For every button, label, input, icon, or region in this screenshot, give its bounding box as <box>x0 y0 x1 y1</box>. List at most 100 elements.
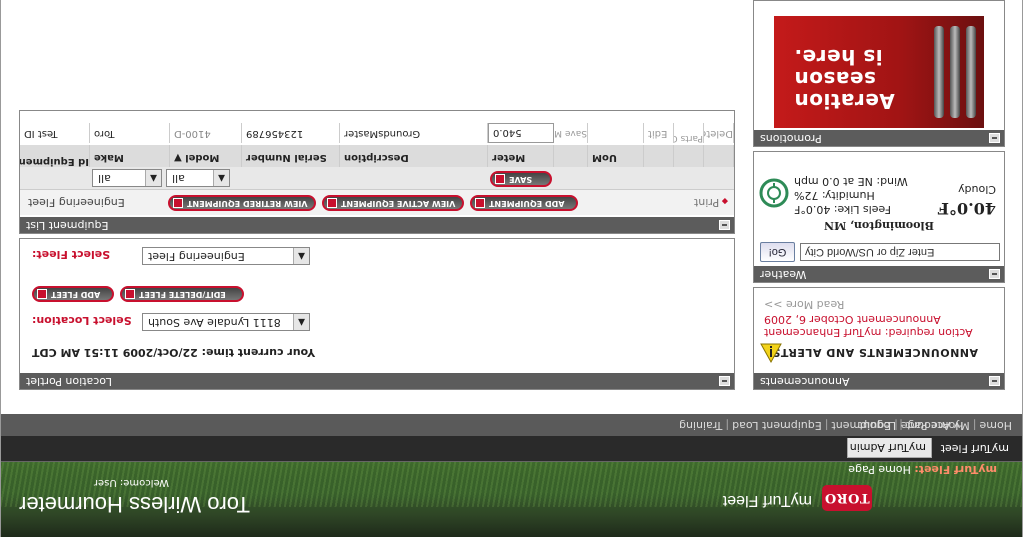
panel-title-text: Promotions <box>760 132 822 145</box>
add-equipment-label: ADD EQUIPMENT <box>489 199 565 208</box>
col-serial-number[interactable]: Serial Number <box>242 145 340 167</box>
make-filter-value: all <box>98 172 111 185</box>
panel-title-text: Announcements <box>760 375 850 388</box>
plus-icon <box>37 289 47 299</box>
save-label: SAVE <box>509 175 533 184</box>
col-id-equipment[interactable]: Id Equipment <box>20 145 90 167</box>
cell-description: GroundsMaster <box>340 123 488 143</box>
save-disk-icon <box>495 174 505 184</box>
tab-myturf-admin[interactable]: myTurf Admin <box>847 438 932 458</box>
cell-model: 4100-D <box>170 123 242 143</box>
fleet-select[interactable]: Engineering Fleet ▲ <box>142 247 310 265</box>
col-uom[interactable]: UoM <box>588 145 644 167</box>
delete-link[interactable]: Delete <box>704 123 734 143</box>
announcements-title: Announcements <box>754 373 1004 389</box>
view-active-equipment-button[interactable]: VIEW ACTIVE EQUIPMENT <box>322 195 464 211</box>
promo-text: Aeration season is here. <box>794 45 944 113</box>
collapse-icon[interactable] <box>719 220 730 230</box>
save-button[interactable]: SAVE <box>490 171 552 187</box>
nav-bar: Home Page|Equipment|Equipment Load|Train… <box>0 414 1022 436</box>
nav-my-account[interactable]: My Account <box>906 419 970 432</box>
plus-icon <box>475 198 485 208</box>
announcement-link-2[interactable]: Announcement October 6, 2009 <box>764 313 999 326</box>
filter-row: all ▲ all ▲ SAVE <box>20 167 734 189</box>
model-filter-value: all <box>172 172 185 185</box>
collapse-icon[interactable] <box>719 376 730 386</box>
model-filter-select[interactable]: all ▲ <box>166 169 230 187</box>
print-link[interactable]: Print <box>688 196 728 209</box>
weather-title: Weather <box>754 266 1004 282</box>
promo-line-1: Aeration <box>794 89 895 113</box>
collapse-icon[interactable] <box>989 376 1000 386</box>
chevron-down-icon: ▲ <box>293 248 309 264</box>
tab-bar: myTurf Admin myTurf Fleet <box>0 436 1022 462</box>
collapse-icon[interactable] <box>989 269 1000 279</box>
announcement-link-1[interactable]: Action required: myTurf Enhancement <box>764 326 999 339</box>
save-miles-link[interactable]: Save Miles <box>554 123 588 143</box>
location-portlet-title: Location Portlet <box>20 373 734 389</box>
city-search-input[interactable] <box>800 243 1000 261</box>
read-more-link[interactable]: Read More >> <box>764 298 999 311</box>
col-model[interactable]: Model ▼ <box>170 145 242 167</box>
promo-line-2: season <box>794 67 876 91</box>
document-icon <box>327 198 337 208</box>
select-location-label: Select Location: <box>32 314 132 327</box>
nav-home[interactable]: Home <box>980 419 1012 432</box>
nav-logout[interactable]: Logout <box>858 419 896 432</box>
app-title: Toro Wirless Hourmeter <box>19 492 251 517</box>
product-name: myTurf Fleet <box>722 492 812 509</box>
panel-title-text: Location Portlet <box>26 375 112 388</box>
col-blank <box>644 145 674 167</box>
nav-separator: | <box>725 419 730 432</box>
make-filter-select[interactable]: all ▲ <box>92 169 162 187</box>
view-active-label: VIEW ACTIVE EQUIPMENT <box>341 199 456 208</box>
weather-condition: Cloudy <box>958 183 996 196</box>
chevron-down-icon: ▲ <box>145 170 161 186</box>
welcome-text: Welcome: User <box>93 477 169 488</box>
promotions-panel: Promotions Aeration season is here. <box>753 0 1005 147</box>
col-blank <box>554 145 588 167</box>
col-blank <box>704 145 734 167</box>
nav-training[interactable]: Training <box>679 419 722 432</box>
panel-title-text: Equipment List <box>26 219 109 232</box>
aerator-tine-image <box>966 26 976 118</box>
col-description[interactable]: Description <box>340 145 488 167</box>
weather-temperature: 40.0°F <box>937 199 996 218</box>
current-time: Your current time: 22/Oct/2009 11:51 AM … <box>32 346 316 359</box>
cell-uom <box>588 123 644 143</box>
announcements-panel: Announcements ANNOUNCEMENTS AND ALERTS A… <box>753 287 1005 390</box>
equipment-fleet-name: Engineering Fleet <box>28 196 125 209</box>
meter-input[interactable]: 540.0 <box>488 123 554 143</box>
col-make[interactable]: Make <box>90 145 170 167</box>
equipment-list-panel: Equipment List Engineering Fleet VIEW RE… <box>19 110 735 234</box>
edit-fleet-label: EDIT/DELETE FLEET <box>139 290 226 299</box>
warning-icon <box>760 343 782 363</box>
col-meter[interactable]: Meter <box>488 145 554 167</box>
edit-delete-fleet-button[interactable]: EDIT/DELETE FLEET <box>120 286 244 302</box>
parts-order-link[interactable]: Parts Order <box>674 123 704 143</box>
cell-serial: 123456789 <box>242 123 340 143</box>
page-root: TORO myTurf Fleet myTurf Fleet: Home Pag… <box>0 0 1023 537</box>
chevron-down-icon: ▲ <box>293 314 309 330</box>
location-select[interactable]: 8111 Lyndale Ave South ▲ <box>142 313 310 331</box>
app-header: TORO myTurf Fleet myTurf Fleet: Home Pag… <box>0 462 1022 537</box>
view-retired-equipment-button[interactable]: VIEW RETIRED EQUIPMENT <box>168 195 316 211</box>
collapse-icon[interactable] <box>989 133 1000 143</box>
document-icon <box>173 198 183 208</box>
nav-equipment-load[interactable]: Equipment Load <box>732 419 822 432</box>
tab-myturf-fleet[interactable]: myTurf Fleet <box>932 438 1014 458</box>
aeration-promo-banner[interactable]: Aeration season is here. <box>774 16 984 128</box>
add-fleet-button[interactable]: ADD FLEET <box>32 286 114 302</box>
crumb-page: Home Page <box>848 463 911 476</box>
weather-humidity: Humidity: 72% <box>794 189 875 202</box>
location-portlet: Location Portlet Your current time: 22/O… <box>19 238 735 390</box>
go-button[interactable]: Go! <box>760 242 795 262</box>
weather-wind: Wind: NE at 0.0 mph <box>794 175 908 188</box>
add-equipment-button[interactable]: ADD EQUIPMENT <box>470 195 578 211</box>
equipment-toolbar: Engineering Fleet VIEW RETIRED EQUIPMENT… <box>20 189 734 215</box>
panel-title-text: Weather <box>760 268 807 281</box>
page-crumb: myTurf Fleet: Home Page <box>827 462 997 476</box>
view-retired-label: VIEW RETIRED EQUIPMENT <box>187 199 308 208</box>
edit-link[interactable]: Edit <box>644 123 674 143</box>
equipment-list-title: Equipment List <box>20 217 734 233</box>
